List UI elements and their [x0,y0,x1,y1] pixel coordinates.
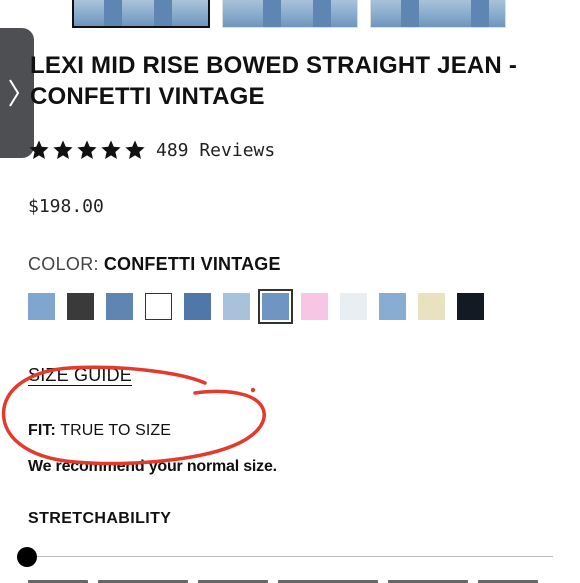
color-selection-label: COLOR: CONFETTI VINTAGE [28,254,281,275]
star-icon [125,140,145,159]
star-icon [77,140,97,159]
color-swatch[interactable] [258,289,293,324]
product-thumbnail[interactable] [72,0,210,28]
color-swatch[interactable] [145,293,172,320]
color-swatch[interactable] [379,293,406,320]
color-swatches [28,289,484,324]
color-swatch[interactable] [301,293,328,320]
size-guide-link[interactable]: SIZE GUIDE [28,365,132,386]
product-thumbnail[interactable] [222,0,358,28]
color-swatch[interactable] [106,293,133,320]
size-recommendation: We recommend your normal size. [28,458,277,475]
chevron-right-icon [9,79,20,107]
product-price: $198.00 [28,196,104,217]
product-title: LEXI MID RISE BOWED STRAIGHT JEAN - CONF… [30,52,518,110]
color-swatch[interactable] [28,293,55,320]
cutoff-scale-labels [28,573,558,583]
color-swatch[interactable] [67,293,94,320]
color-label: COLOR: [28,254,99,274]
reviews-link[interactable]: 489 Reviews [156,140,275,161]
color-swatch[interactable] [340,293,367,320]
fit-info: FIT: TRUE TO SIZE [28,422,171,440]
stretchability-indicator [17,547,37,567]
color-swatch[interactable] [418,293,445,320]
product-rating[interactable]: 489 Reviews [28,139,275,161]
fit-value: TRUE TO SIZE [60,422,172,439]
stretchability-heading: STRETCHABILITY [28,510,172,527]
color-value: CONFETTI VINTAGE [103,254,281,274]
fit-label: FIT: [28,422,56,439]
star-icon [101,140,121,159]
product-thumbnail[interactable] [370,0,506,28]
star-icon [53,140,73,159]
color-swatch[interactable] [184,293,211,320]
stretchability-track [28,556,553,557]
color-swatch[interactable] [457,293,484,320]
star-icon [29,140,49,159]
color-swatch[interactable] [223,293,250,320]
product-thumbnails [72,0,506,28]
